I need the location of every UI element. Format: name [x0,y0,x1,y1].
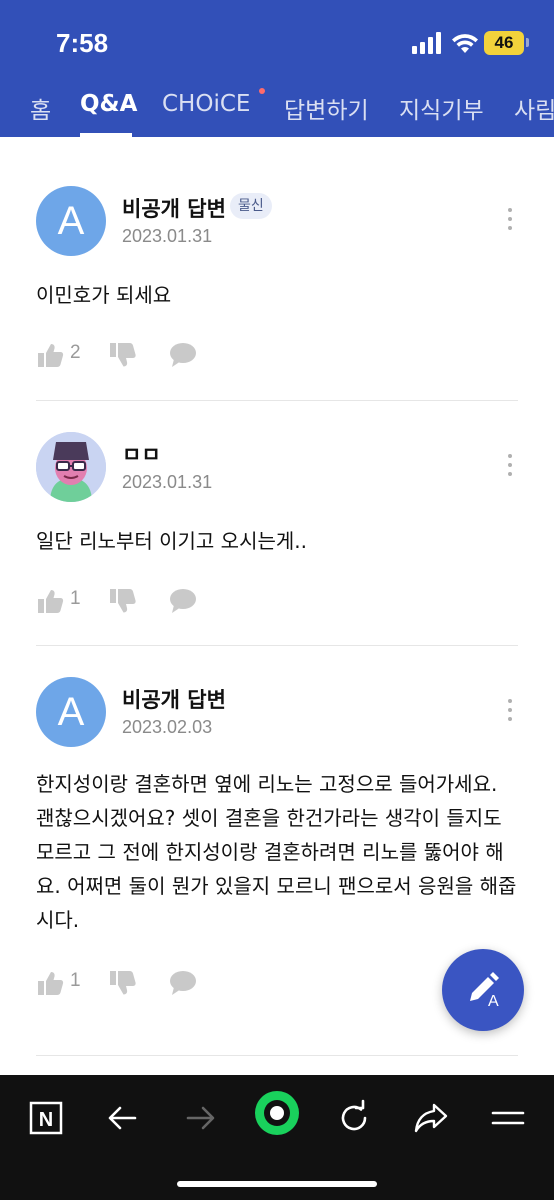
divider [36,400,518,401]
battery-tip [526,38,529,47]
tab-qna[interactable]: Q&A [80,91,137,117]
battery-indicator: 46 [484,31,524,55]
share-icon[interactable] [409,1096,453,1140]
answer-actions: 1 [36,586,336,618]
character-avatar[interactable] [36,432,106,502]
answer-text: 이민호가 되세요 [36,283,172,307]
author-name[interactable]: ㅁㅁ [122,439,161,469]
back-icon[interactable] [101,1096,145,1140]
reload-icon[interactable] [332,1096,376,1140]
answer-date: 2023.01.31 [122,472,213,492]
thumbs-down-icon[interactable] [108,340,136,370]
avatar[interactable]: A [36,186,106,256]
naver-n-icon[interactable]: N [24,1096,68,1140]
svg-text:A: A [488,993,499,1010]
thumbs-up-icon[interactable] [36,968,64,998]
avatar[interactable]: A [36,677,106,747]
comment-icon[interactable] [168,340,198,370]
menu-icon[interactable] [486,1096,530,1140]
status-time: 7:58 [56,28,109,58]
answer-actions: 2 [36,340,336,372]
app-header: 7:58 46 홈 Q&A CHOiCE 답변하기 지식기부 사림 [0,0,554,137]
thumbs-down-icon[interactable] [108,586,136,616]
answer-text: 일단 리노부터 이기고 오시는게.. [36,529,307,553]
thumbs-down-icon[interactable] [108,968,136,998]
answer-actions: 1 [36,968,336,1000]
answer-date: 2023.02.03 [122,717,213,737]
author-name[interactable]: 비공개 답변 [122,193,226,223]
author-name[interactable]: 비공개 답변 [122,684,226,714]
grade-badge: 물신 [230,193,272,219]
write-answer-button[interactable]: A [442,949,524,1031]
divider [36,1055,518,1056]
active-tab-indicator [80,133,132,137]
write-answer-icon: A [470,972,499,1010]
home-indicator [177,1181,377,1187]
like-count: 2 [70,342,81,363]
forward-icon[interactable] [178,1096,222,1140]
status-bar: 7:58 46 [0,0,554,80]
thumbs-up-icon[interactable] [36,340,64,370]
divider [36,645,518,646]
tab-knowledge-donation[interactable]: 지식기부 [399,91,484,125]
thumbs-up-icon[interactable] [36,586,64,616]
tab-bar: 홈 Q&A CHOiCE 답변하기 지식기부 사림 [0,80,554,137]
like-count: 1 [70,970,81,991]
svg-text:N: N [39,1109,53,1131]
answer-text: 한지성이랑 결혼하면 옆에 리노는 고정으로 들어가세요. 괜찮으시겠어요? 셋… [36,772,517,932]
green-dot-icon[interactable] [254,1090,300,1136]
tab-answer[interactable]: 답변하기 [284,91,369,125]
more-options-icon[interactable] [500,454,520,484]
comment-icon[interactable] [168,968,198,998]
new-dot-badge [259,88,265,94]
more-options-icon[interactable] [500,208,520,238]
answer-date: 2023.01.31 [122,226,213,246]
tab-choice[interactable]: CHOiCE [162,91,250,117]
like-count: 1 [70,588,81,609]
comment-icon[interactable] [168,586,198,616]
more-options-icon[interactable] [500,699,520,729]
wifi-icon [452,34,478,53]
tab-home[interactable]: 홈 [30,91,51,125]
signal-icon [412,32,441,54]
tab-more[interactable]: 사림 [514,91,554,125]
